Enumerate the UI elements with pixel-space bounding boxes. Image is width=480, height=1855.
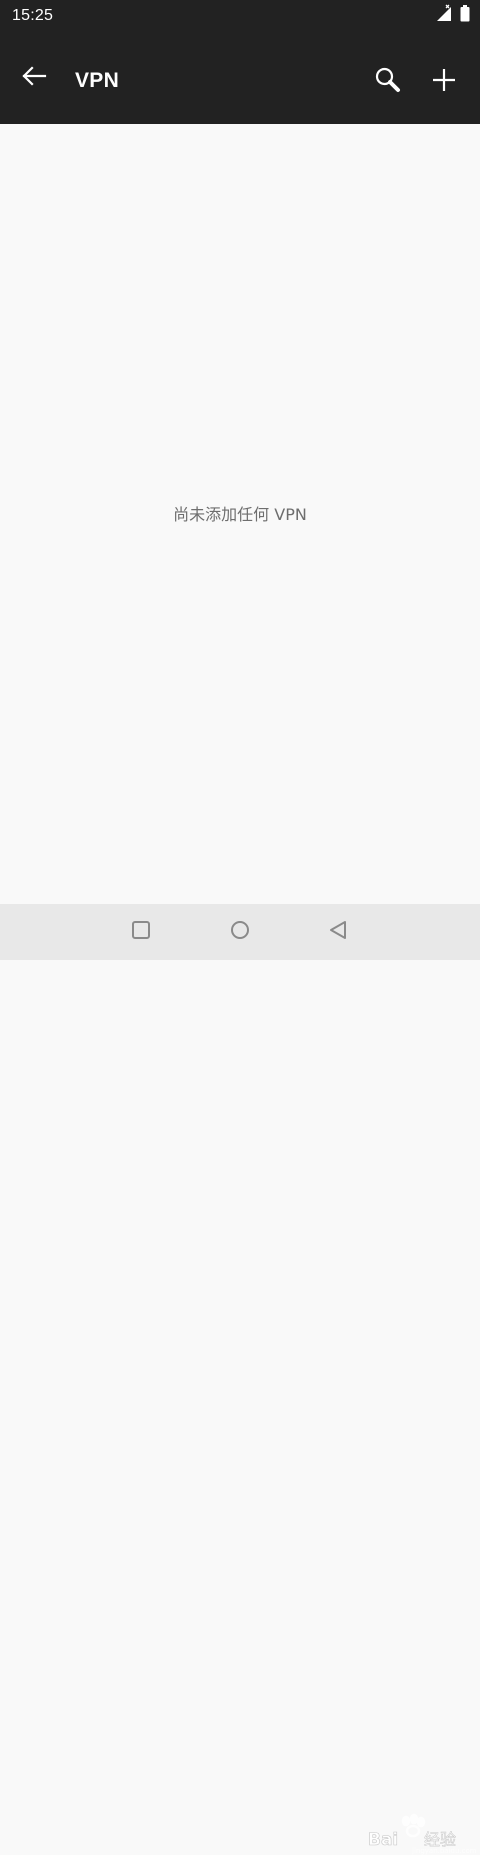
status-time: 15:25 <box>12 7 54 24</box>
back-triangle-icon <box>327 919 349 946</box>
home-button[interactable] <box>220 912 260 952</box>
system-back-button[interactable] <box>318 912 358 952</box>
svg-text:jingyan.baidu.com: jingyan.baidu.com <box>411 1847 476 1855</box>
status-bar: 15:25 <box>0 0 480 32</box>
back-arrow-icon <box>21 65 47 92</box>
page-title: VPN <box>75 69 120 92</box>
home-circle-icon <box>229 919 251 946</box>
add-vpn-button[interactable] <box>424 62 464 102</box>
plus-icon <box>432 68 456 97</box>
empty-state-message: 尚未添加任何 VPN <box>173 505 307 524</box>
app-bar: VPN <box>0 32 480 124</box>
navigation-bar: Bai 经验 jingyan.baidu.com <box>0 904 480 1855</box>
search-button[interactable] <box>368 62 408 102</box>
battery-icon <box>460 5 470 27</box>
recents-square-icon <box>130 919 152 946</box>
vpn-list-area: 尚未添加任何 VPN <box>0 124 480 904</box>
baidu-watermark-logo: Bai 经验 jingyan.baidu.com <box>368 1813 476 1855</box>
search-icon <box>373 65 403 100</box>
signal-icon <box>436 4 454 27</box>
svg-text:Bai: Bai <box>368 1830 398 1850</box>
status-icons <box>436 4 470 27</box>
back-button[interactable] <box>14 58 54 98</box>
recents-button[interactable] <box>121 912 161 952</box>
